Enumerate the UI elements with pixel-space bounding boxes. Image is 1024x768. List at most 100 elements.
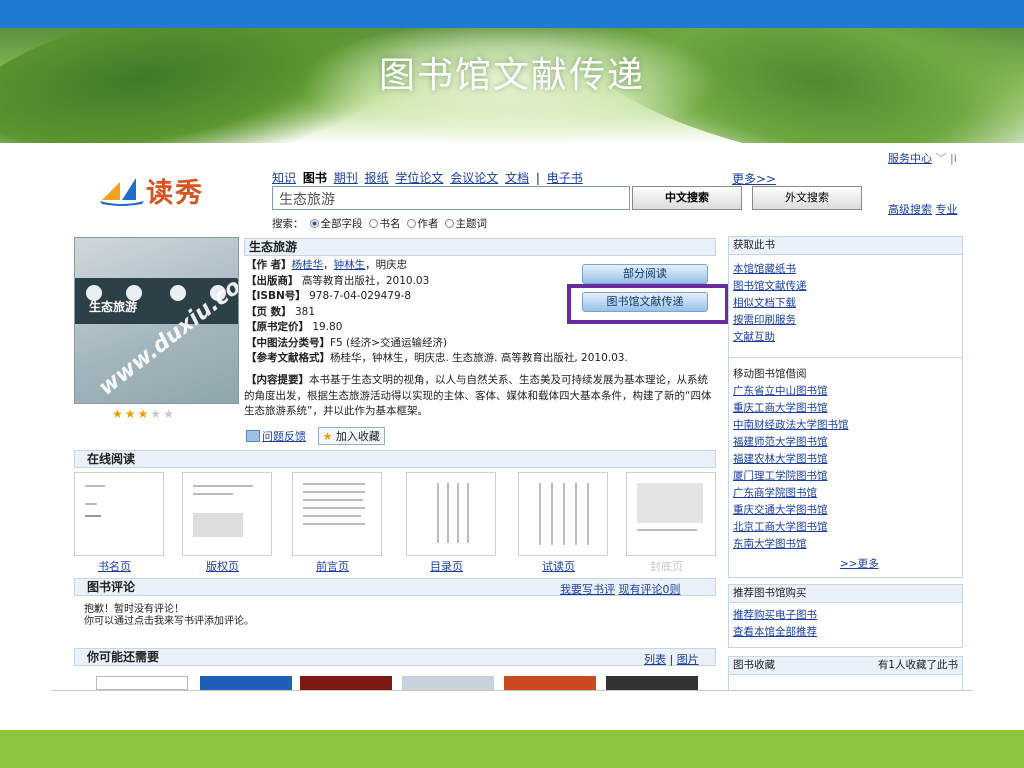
tab-ebooks[interactable]: 电子书	[547, 171, 583, 185]
library-link[interactable]: 重庆工商大学图书馆	[733, 400, 958, 417]
thumb-title-page[interactable]	[74, 472, 164, 556]
get-option-link[interactable]: 本馆馆藏纸书	[733, 261, 958, 278]
tab-books[interactable]: 图书	[303, 171, 327, 185]
search-label: 搜索：	[272, 218, 304, 230]
get-option-link[interactable]: 图书馆文献传递	[733, 278, 958, 295]
related-book-cover[interactable]	[96, 676, 188, 690]
online-read-heading: 在线阅读	[74, 450, 716, 468]
more-categories-link[interactable]: 更多>>	[732, 170, 776, 187]
thumb-label[interactable]: 版权页	[206, 558, 239, 574]
thumb-label[interactable]: 书名页	[98, 558, 131, 574]
thumb-label[interactable]: 目录页	[430, 558, 463, 574]
library-link[interactable]: 北京工商大学图书馆	[733, 519, 958, 536]
get-option-link[interactable]: 相似文档下载	[733, 295, 958, 312]
reviews-empty: 抱歉！暂时没有评论！ 你可以通过点击我来写书评添加评论。	[84, 604, 254, 628]
library-link[interactable]: 中南财经政法大学图书馆	[733, 417, 958, 434]
get-option-link[interactable]: 文献互助	[733, 329, 958, 346]
radio-label: 全部字段	[320, 218, 363, 230]
tab-knowledge[interactable]: 知识	[272, 171, 296, 185]
logo-text: 读秀	[146, 177, 204, 209]
library-link[interactable]: 福建师范大学图书馆	[733, 434, 958, 451]
sail-logo-icon	[98, 174, 146, 206]
collection-title: 图书收藏	[733, 659, 775, 671]
author-link[interactable]: 杨桂华	[292, 259, 324, 271]
mobile-library-panel: 移动图书馆借阅 广东省立中山图书馆 重庆工商大学图书馆 中南财经政法大学图书馆 …	[728, 358, 963, 578]
field-label: 【ISBN号】	[246, 290, 306, 302]
get-option-link[interactable]: 按需印刷服务	[733, 312, 958, 329]
slide-bottom-bar	[0, 730, 1024, 768]
field-label: 【作 者】	[246, 259, 292, 271]
thumb-preface-page[interactable]	[292, 472, 382, 556]
related-book-cover[interactable]	[504, 676, 596, 690]
professional-search-link[interactable]: 专业	[936, 203, 958, 216]
tab-theses[interactable]: 学位论文	[395, 171, 443, 185]
book-actions: 问题反馈 ★ 加入收藏	[246, 427, 385, 445]
duxiu-logo[interactable]: 读秀	[98, 170, 238, 210]
related-book-cover[interactable]	[300, 676, 392, 690]
reference-row: 【参考文献格式】杨桂华，钟林生，明庆忠. 生态旅游. 高等教育出版社, 2010…	[246, 351, 716, 367]
library-link[interactable]: 重庆交通大学图书馆	[733, 502, 958, 519]
thumb-back-cover[interactable]	[626, 472, 716, 556]
more-libraries-link[interactable]: >>更多	[840, 556, 879, 571]
list-view-link[interactable]: 列表	[644, 653, 666, 666]
author-rest: ，明庆忠	[365, 259, 408, 271]
radio-all-fields[interactable]	[309, 219, 319, 228]
thumb-label[interactable]: 试读页	[542, 558, 575, 574]
cover-circle	[167, 282, 189, 304]
author-link[interactable]: 钟林生	[334, 259, 366, 271]
radio-title[interactable]	[368, 219, 378, 228]
radio-subject[interactable]	[444, 219, 454, 228]
tab-newspapers[interactable]: 报纸	[365, 171, 389, 185]
related-book-cover[interactable]	[200, 676, 292, 690]
library-link[interactable]: 福建农林大学图书馆	[733, 451, 958, 468]
thumb-label[interactable]: 封底页	[650, 558, 683, 574]
foreign-search-button[interactable]: 外文搜索	[752, 186, 862, 210]
recommend-link[interactable]: 推荐购买电子图书	[733, 607, 958, 624]
cover-title: 生态旅游	[89, 300, 138, 314]
tab-journals[interactable]: 期刊	[334, 171, 358, 185]
chinese-search-button[interactable]: 中文搜索	[632, 186, 742, 210]
library-link[interactable]: 广东商学院图书馆	[733, 485, 958, 502]
add-favorite-button[interactable]: ★ 加入收藏	[317, 427, 385, 445]
related-book-cover[interactable]	[606, 676, 698, 690]
chevron-down-icon: ﹀	[935, 152, 947, 165]
advanced-search-link[interactable]: 高级搜索	[888, 203, 932, 216]
radio-author[interactable]	[406, 219, 416, 228]
review-count-link[interactable]: 现有评论0则	[619, 583, 681, 596]
tab-separator: |	[535, 171, 540, 185]
reviews-empty-line: 抱歉！暂时没有评论！	[84, 604, 184, 615]
get-book-heading: 获取此书	[729, 237, 962, 255]
collection-heading: 图书收藏 有1人收藏了此书	[729, 657, 962, 675]
mobile-library-heading: 移动图书馆借阅	[733, 368, 807, 380]
get-book-list: 本馆馆藏纸书 图书馆文献传递 相似文档下载 按需印刷服务 文献互助	[729, 255, 962, 346]
partial-read-button[interactable]: 部分阅读	[582, 264, 708, 284]
screenshot-bottom-edge	[52, 690, 972, 691]
related-book-cover[interactable]	[402, 676, 494, 690]
tab-documents[interactable]: 文档	[505, 171, 529, 185]
library-link[interactable]: 广东省立中山图书馆	[733, 383, 958, 400]
service-center-link[interactable]: 服务中心	[888, 152, 932, 165]
library-link[interactable]: 厦门理工学院图书馆	[733, 468, 958, 485]
reviews-empty-line[interactable]: 你可以通过点击我来写书评添加评论。	[84, 616, 254, 628]
write-review-link[interactable]: 我要写书评	[560, 583, 615, 596]
slide-title: 图书馆文献传递	[378, 55, 645, 96]
star-folder-icon: ★	[322, 430, 333, 443]
field-label: 【出版商】	[246, 274, 299, 287]
reference-value: 杨桂华，钟林生，明庆忠. 生态旅游. 高等教育出版社, 2010.03.	[330, 352, 628, 364]
rating-stars[interactable]: ★★★★★	[112, 407, 176, 421]
thumb-label[interactable]: 前言页	[316, 558, 349, 574]
book-cover[interactable]: 生态旅游 www.duxiu.com	[74, 237, 239, 404]
feedback-link[interactable]: 问题反馈	[262, 430, 306, 443]
star-icon: ★	[112, 407, 125, 421]
recommend-link[interactable]: 查看本馆全部推荐	[733, 624, 958, 641]
search-input[interactable]: 生态旅游	[272, 186, 630, 210]
library-link[interactable]: 东南大学图书馆	[733, 536, 958, 553]
search-category-tabs: 知识 图书 期刊 报纸 学位论文 会议论文 文档 | 电子书	[272, 169, 586, 186]
add-favorite-label: 加入收藏	[335, 430, 380, 443]
tab-conference[interactable]: 会议论文	[450, 171, 498, 185]
thumb-contents-page[interactable]	[406, 472, 496, 556]
radio-label: 主题词	[455, 218, 488, 230]
image-view-link[interactable]: 图片	[677, 653, 699, 666]
thumb-trial-page[interactable]	[518, 472, 608, 556]
thumb-copyright-page[interactable]	[182, 472, 272, 556]
